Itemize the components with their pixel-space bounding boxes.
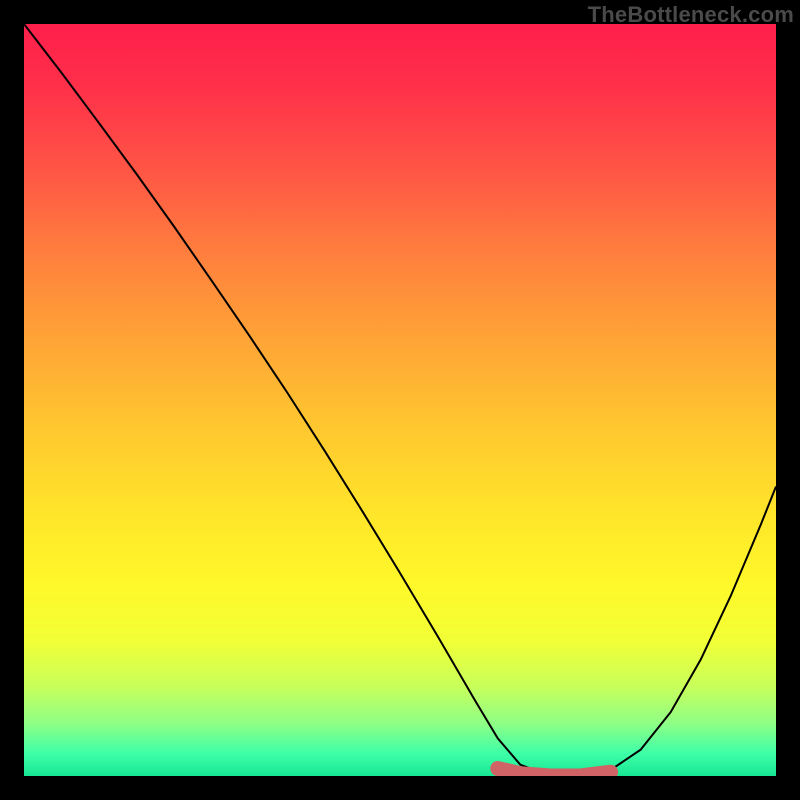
plot-area <box>24 24 776 776</box>
marker-path <box>498 769 611 777</box>
optimal-marker <box>24 24 776 776</box>
chart-frame: TheBottleneck.com <box>0 0 800 800</box>
